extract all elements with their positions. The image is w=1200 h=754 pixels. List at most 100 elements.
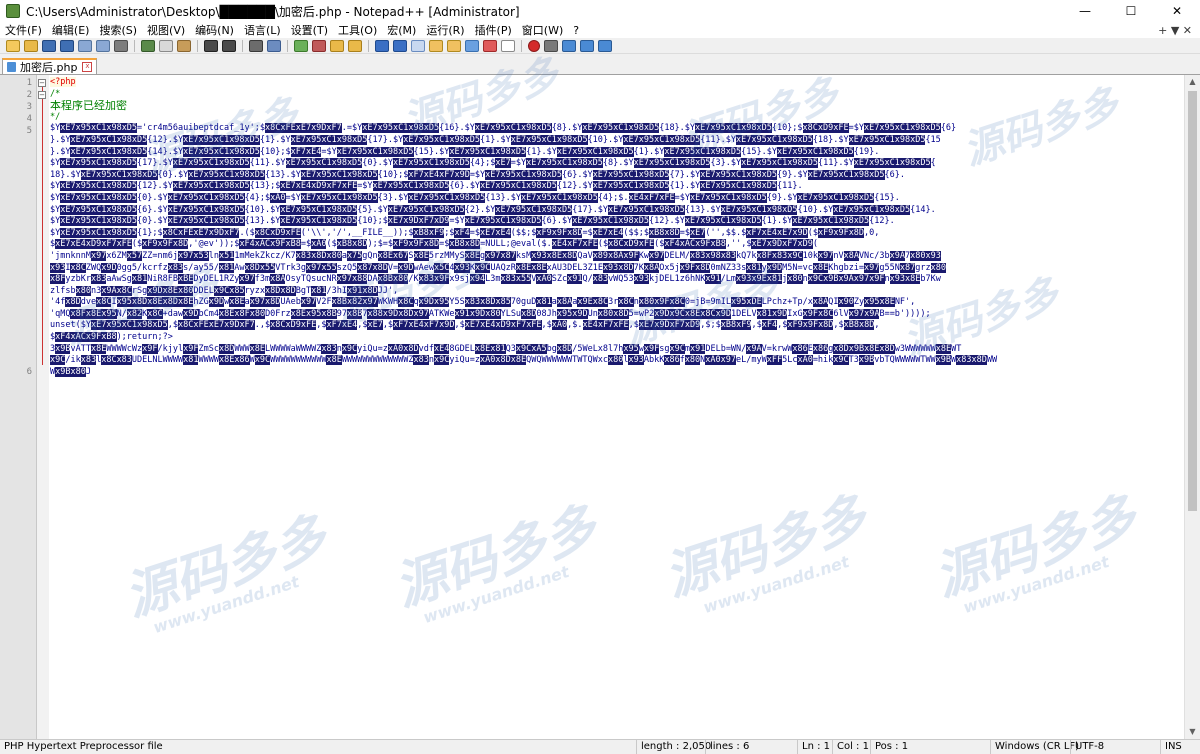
fold-line [42,99,43,365]
line-number: 6 [26,367,32,377]
status-bar: PHP Hypertext Preprocessor file length :… [0,739,1200,754]
code-row: $YxE7x95xC1x98xD5{17}.$YxE7x95xC1x98xD5{… [50,158,936,169]
code-row: $YxE7x95xC1x98xD5{0}.$YxE7x95xC1x98xD5{1… [50,216,895,227]
fold-toggle-icon[interactable]: − [38,79,46,87]
code-row: }.$YxE7x95xC1x98xD5{12}.$YxE7x95xC1x98xD… [50,134,941,145]
play-macro-icon[interactable] [562,39,576,52]
line-number-margin: 1 2 3 4 5 6 [0,75,37,739]
encrypted-code-line-6: 3x9BvATTx8EWWWWcWzx9F/kjylx9FZmScx8DWWWx… [50,343,1185,379]
cut-icon[interactable] [141,39,155,52]
code-row: $YxE7x95xC1x98xD5='cr4m56auibeptdcaf_1y'… [50,123,957,134]
menu-window[interactable]: 窗口(W) [517,22,568,38]
code-row: x8FyzbKrx83aAwSgx81NiR8FBxBEDyDEL1RZyx97… [50,274,941,285]
show-all-characters-icon[interactable] [393,39,407,52]
status-eol[interactable]: Windows (CR LF) [990,740,1079,754]
save-macro-icon[interactable] [598,39,612,52]
close-tab-icon[interactable]: x [82,62,93,72]
menu-plugins[interactable]: 插件(P) [470,22,517,38]
close-all-icon[interactable] [96,39,110,52]
minimize-button[interactable]: — [1062,0,1108,22]
fold-toggle-icon[interactable]: − [38,91,46,99]
save-all-icon[interactable] [60,39,74,52]
code-row: x93Ix8CZWQx9D0gg5/kcrfzx83s/ay55/x81Awx8… [50,262,946,273]
print-icon[interactable] [114,39,128,52]
line-number: 1 [26,78,32,88]
code-text[interactable]: <?php /* 本程序已经加密 */ $YxE7x95xC1x98xD5='c… [50,77,1185,737]
status-length: length : 2,050 [636,740,711,754]
stop-macro-icon[interactable] [544,39,558,52]
status-line-number: Ln : 1 [797,740,832,754]
scroll-up-icon[interactable]: ▲ [1185,75,1200,89]
comment-open: /* [50,88,61,99]
tab-label: 加密后.php [20,61,78,74]
scrollbar-thumb[interactable] [1188,91,1197,511]
menu-settings[interactable]: 设置(T) [286,22,333,38]
code-row: }.$YxE7x95xC1x98xD5{14}.$YxE7x95xC1x98xD… [50,146,880,157]
menu-bar: 文件(F) 编辑(E) 搜索(S) 视图(V) 编码(N) 语言(L) 设置(T… [0,22,1200,38]
folder-workspace-icon[interactable] [483,39,497,52]
status-insert-mode[interactable]: INS [1160,740,1200,754]
indent-guide-icon[interactable] [411,39,425,52]
code-row: $YxE7x95xC1x98xD5{6}.$YxE7x95xC1x98xD5{1… [50,204,936,215]
document-map-icon[interactable] [447,39,461,52]
close-button[interactable]: ✕ [1154,0,1200,22]
sync-vertical-icon[interactable] [330,39,344,52]
replace-icon[interactable] [267,39,281,52]
code-row: x9C/ikx83lx8Cx83UDELNLWWWWx81WWWWx8Ex86W… [50,355,998,366]
comment-text: 本程序已经加密 [50,100,127,112]
record-macro-icon[interactable] [528,39,540,52]
menu-language[interactable]: 语言(L) [239,22,286,38]
tab-encrypted-php[interactable]: 加密后.php x [2,58,98,74]
tab-bar: 加密后.php x [0,56,1200,75]
menu-view[interactable]: 视图(V) [142,22,190,38]
code-row: $xF4xACx9FxB8);return;?> [50,332,173,343]
code-row: $xE7xE4xD9xF7xFE($xF9x9Fx8D,'@ev'));$xF4… [50,239,818,250]
run-macro-multiple-icon[interactable] [580,39,594,52]
open-file-icon[interactable] [24,39,38,52]
menu-file[interactable]: 文件(F) [0,22,47,38]
code-row: 18}.$YxE7x95xC1x98xD5{0}.$YxE7x95xC1x98x… [50,169,905,180]
code-row: Wx9Bx80J [50,366,91,377]
code-row: $YxE7x95xC1x98xD5{0}.$YxE7x95xC1x98xD5{4… [50,192,900,203]
redo-icon[interactable] [222,39,236,52]
zoom-out-icon[interactable] [312,39,326,52]
paste-icon[interactable] [177,39,191,52]
code-row: 'jmnknnMx97x6ZMx57ZZ=nm6jx97x53lnx511mMe… [50,250,941,261]
new-file-icon[interactable] [6,39,20,52]
close-file-icon[interactable] [78,39,92,52]
file-icon [7,62,16,72]
menu-help[interactable]: ? [568,24,584,37]
comment-close: */ [50,111,61,122]
encrypted-code-line-5: $YxE7x95xC1x98xD5='cr4m56auibeptdcaf_1y'… [50,123,1185,343]
menu-tools[interactable]: 工具(O) [333,22,382,38]
sync-horizontal-icon[interactable] [348,39,362,52]
editor-area[interactable]: 1 2 3 4 5 6 − − <?php /* 本程序已经加密 */ $YxE… [0,51,1200,739]
menu-edit[interactable]: 编辑(E) [47,22,95,38]
undo-icon[interactable] [204,39,218,52]
menu-search[interactable]: 搜索(S) [94,22,142,38]
code-row: '4fx8Ddvex8CIx95x8Dx8Ex8Dx8EhZGx9Dwx8Eax… [50,297,916,308]
zoom-in-icon[interactable] [294,39,308,52]
monitoring-icon[interactable] [501,39,515,52]
word-wrap-icon[interactable] [375,39,389,52]
code-row: 'qMQx8Fx8Ex95N/x82Kx8C+dawx9DbCm4x8Ex8Fx… [50,308,931,319]
menu-right-controls[interactable]: + ▼ ✕ [1150,24,1200,37]
save-icon[interactable] [42,39,56,52]
user-language-icon[interactable] [429,39,443,52]
scroll-down-icon[interactable]: ▼ [1185,725,1200,739]
menu-macro[interactable]: 宏(M) [382,22,421,38]
line-number: 5 [26,126,32,136]
copy-icon[interactable] [159,39,173,52]
menu-run[interactable]: 运行(R) [421,22,469,38]
fold-margin [37,75,49,739]
find-icon[interactable] [249,39,263,52]
code-row: zlfsbx80n3x9Ax8CrSgx9Dx8Ex80DDELx9Cx85ry… [50,285,399,296]
line-number: 3 [26,102,32,112]
maximize-button[interactable]: ☐ [1108,0,1154,22]
code-row: $YxE7x95xC1x98xD5{1};$x8CxFExE7x9DxF7.($… [50,227,880,238]
function-list-icon[interactable] [465,39,479,52]
status-column: Col : 1 [832,740,870,754]
status-encoding[interactable]: UTF-8 [1070,740,1160,754]
menu-encoding[interactable]: 编码(N) [190,22,239,38]
vertical-scrollbar[interactable]: ▲ ▼ [1184,75,1200,739]
